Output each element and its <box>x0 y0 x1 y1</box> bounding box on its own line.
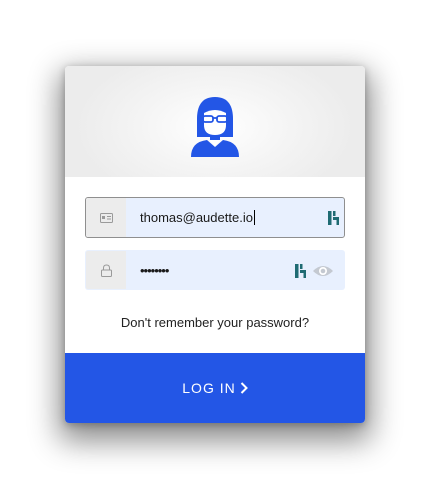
email-field[interactable]: thomas@audette.io <box>85 197 345 238</box>
card-header <box>65 66 365 177</box>
password-manager-icon[interactable] <box>328 210 340 226</box>
id-card-icon <box>99 212 113 223</box>
password-manager-icon[interactable] <box>295 263 307 279</box>
login-button-label: LOG IN <box>182 380 236 396</box>
lock-icon <box>100 263 112 277</box>
login-card: thomas@audette.io •••••••• Don't remembe… <box>65 66 365 423</box>
password-input-value: •••••••• <box>140 262 169 278</box>
password-field[interactable]: •••••••• <box>85 250 345 290</box>
email-field-prefix <box>86 198 126 237</box>
chevron-right-icon <box>240 382 248 394</box>
login-button[interactable]: LOG IN <box>65 353 365 423</box>
email-input-value: thomas@audette.io <box>140 210 253 225</box>
text-caret <box>253 210 255 225</box>
forgot-password-link[interactable]: Don't remember your password? <box>65 315 365 330</box>
woman-glasses-avatar-icon <box>191 97 239 157</box>
password-field-prefix <box>86 251 126 289</box>
password-input[interactable]: •••••••• <box>140 251 169 289</box>
eye-icon[interactable] <box>312 264 334 278</box>
email-input[interactable]: thomas@audette.io <box>140 198 255 237</box>
